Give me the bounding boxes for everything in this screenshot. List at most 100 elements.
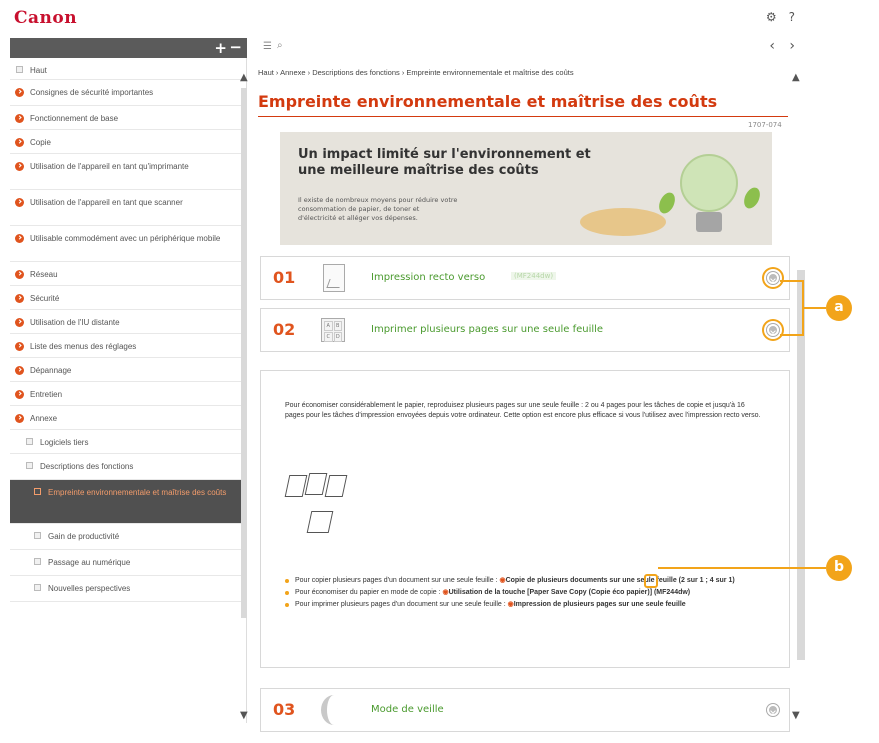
sidebar-nav: Haut Consignes de sécurité importantes Fon… (10, 58, 247, 723)
sidebar-item[interactable]: Utilisation de l'IU distante (10, 310, 246, 334)
menu-icon[interactable]: ☰ (263, 41, 272, 52)
sidebar-item[interactable]: Nouvelles perspectives (10, 576, 246, 602)
page-icon (34, 532, 41, 539)
sidebar-item-label: Logiciels tiers (40, 438, 89, 447)
chevron-circle-icon (15, 366, 24, 375)
sidebar-item[interactable]: Copie (10, 130, 246, 154)
sidebar-item[interactable]: Réseau (10, 262, 246, 286)
section-number: 01 (273, 268, 296, 287)
grid-cell: B (333, 321, 342, 331)
sidebar-item-label: Gain de productivité (48, 532, 120, 541)
grid-cell: A (324, 321, 333, 331)
callout-b-line (658, 567, 826, 569)
reference-link[interactable]: Utilisation de la touche [Paper Save Cop… (449, 589, 691, 596)
reference-item: Pour copier plusieurs pages d'un documen… (285, 576, 785, 586)
document-code: 1707-074 (748, 121, 782, 129)
section-label[interactable]: Mode de veille (371, 704, 444, 715)
expand-all-button[interactable]: + (214, 39, 227, 57)
sidebar-item-label: Liste des menus des réglages (30, 342, 137, 351)
sidebar-item[interactable]: Liste des menus des réglages (10, 334, 246, 358)
section-03[interactable]: 03 Mode de veille (260, 688, 790, 732)
sidebar-scrollbar[interactable] (241, 88, 247, 618)
reference-link[interactable]: Impression de plusieurs pages sur une se… (514, 601, 686, 608)
settings-icon[interactable]: ⚙ (766, 10, 777, 24)
sidebar-toolbar: + − (10, 38, 247, 58)
sidebar-item-label: Passage au numérique (48, 558, 131, 567)
page-icon (26, 438, 33, 445)
sidebar-item-label: Entretien (30, 390, 63, 399)
chevron-circle-icon (15, 342, 24, 351)
sidebar-item[interactable]: Gain de productivité (10, 524, 246, 550)
sidebar-item-label: Consignes de sécurité importantes (30, 88, 154, 97)
sidebar-item-label: Annexe (30, 414, 58, 423)
sidebar-item-label: Utilisation de l'appareil en tant qu'imp… (30, 162, 189, 171)
sidebar-item[interactable]: Utilisable commodément avec un périphéri… (10, 226, 246, 262)
chevron-circle-icon (15, 318, 24, 327)
sidebar-item-label: Utilisable commodément avec un périphéri… (30, 234, 221, 243)
callout-a-bracket (780, 280, 804, 336)
sidebar-scroll-down-icon[interactable]: ▼ (240, 710, 248, 721)
reference-link[interactable]: Copie de plusieurs documents sur une seu… (506, 577, 735, 584)
banner: Un impact limité sur l'environnement et … (280, 132, 772, 245)
main-scroll-down-icon[interactable]: ▼ (792, 710, 800, 721)
expand-toggle-icon[interactable] (767, 704, 779, 716)
expand-toggle-icon[interactable] (767, 272, 779, 284)
next-page-icon[interactable]: › (789, 38, 795, 54)
page-title: Empreinte environnementale et maîtrise d… (258, 92, 718, 111)
sidebar-item-label: Sécurité (30, 294, 60, 303)
sidebar-item-label: Utilisation de l'appareil en tant que sc… (30, 198, 183, 207)
leaf-illustration (656, 190, 678, 216)
title-divider (258, 116, 788, 117)
sidebar-item[interactable]: Empreinte environnementale et maîtrise d… (10, 480, 246, 524)
sidebar-item[interactable]: Dépannage (10, 358, 246, 382)
section-label[interactable]: Imprimer plusieurs pages sur une seule f… (371, 324, 603, 335)
callout-b-highlight (644, 574, 658, 588)
reference-prefix: Pour économiser du papier en mode de cop… (295, 589, 443, 596)
main-scroll-up-icon[interactable]: ▲ (792, 72, 800, 83)
chevron-circle-icon (15, 198, 24, 207)
sidebar-scroll-up-icon[interactable]: ▲ (240, 72, 248, 83)
model-tag: (MF244dw) (511, 272, 557, 280)
sidebar-item[interactable]: Haut (10, 58, 246, 80)
chevron-circle-icon (15, 88, 24, 97)
page-icon (16, 66, 23, 73)
section-label[interactable]: Impression recto verso (371, 272, 485, 283)
sidebar-item[interactable]: Sécurité (10, 286, 246, 310)
search-icon[interactable]: ⌕ (277, 40, 283, 51)
page-icon (34, 584, 41, 591)
sidebar-item-label: Réseau (30, 270, 58, 279)
sidebar-item[interactable]: Fonctionnement de base (10, 106, 246, 130)
canon-logo: Canon (14, 8, 78, 28)
sidebar-item[interactable]: Passage au numérique (10, 550, 246, 576)
banner-text: Il existe de nombreux moyens pour réduir… (298, 196, 458, 222)
sidebar-item[interactable]: Logiciels tiers (10, 430, 246, 454)
banner-title: Un impact limité sur l'environnement et … (298, 147, 591, 178)
sidebar-item[interactable]: Entretien (10, 382, 246, 406)
lightbulb-base-illustration (696, 212, 722, 232)
section-01[interactable]: 01 Impression recto verso (MF244dw) (260, 256, 790, 300)
collapse-all-button[interactable]: − (229, 38, 242, 56)
page-icon (34, 558, 41, 565)
sidebar-item[interactable]: Descriptions des fonctions (10, 454, 246, 480)
n-up-copy-illustration (281, 471, 361, 546)
coins-illustration (580, 208, 666, 236)
sidebar-item[interactable]: Consignes de sécurité importantes (10, 80, 246, 106)
chevron-circle-icon (15, 294, 24, 303)
sidebar-item-label: Nouvelles perspectives (48, 584, 131, 593)
chevron-circle-icon (15, 114, 24, 123)
page-shape (324, 475, 348, 497)
reference-prefix: Pour imprimer plusieurs pages d'un docum… (295, 601, 508, 608)
reference-item: Pour économiser du papier en mode de cop… (285, 588, 785, 598)
expand-toggle-icon[interactable] (767, 324, 779, 336)
main-toolbar: ☰ ⌕ ‹ › (255, 38, 803, 58)
sidebar-item[interactable]: Utilisation de l'appareil en tant qu'imp… (10, 154, 246, 190)
section-02[interactable]: 02 A B C D Imprimer plusieurs pages sur … (260, 308, 790, 352)
help-icon[interactable]: ? (789, 10, 795, 24)
sidebar-item-label: Empreinte environnementale et maîtrise d… (48, 488, 227, 497)
section-02-content: Pour économiser considérablement le papi… (260, 370, 790, 668)
previous-page-icon[interactable]: ‹ (769, 38, 775, 54)
sidebar-item-label: Fonctionnement de base (30, 114, 119, 123)
sidebar-item[interactable]: Utilisation de l'appareil en tant que sc… (10, 190, 246, 226)
breadcrumb[interactable]: Haut › Annexe › Descriptions des fonctio… (258, 68, 574, 77)
sidebar-item[interactable]: Annexe (10, 406, 246, 430)
